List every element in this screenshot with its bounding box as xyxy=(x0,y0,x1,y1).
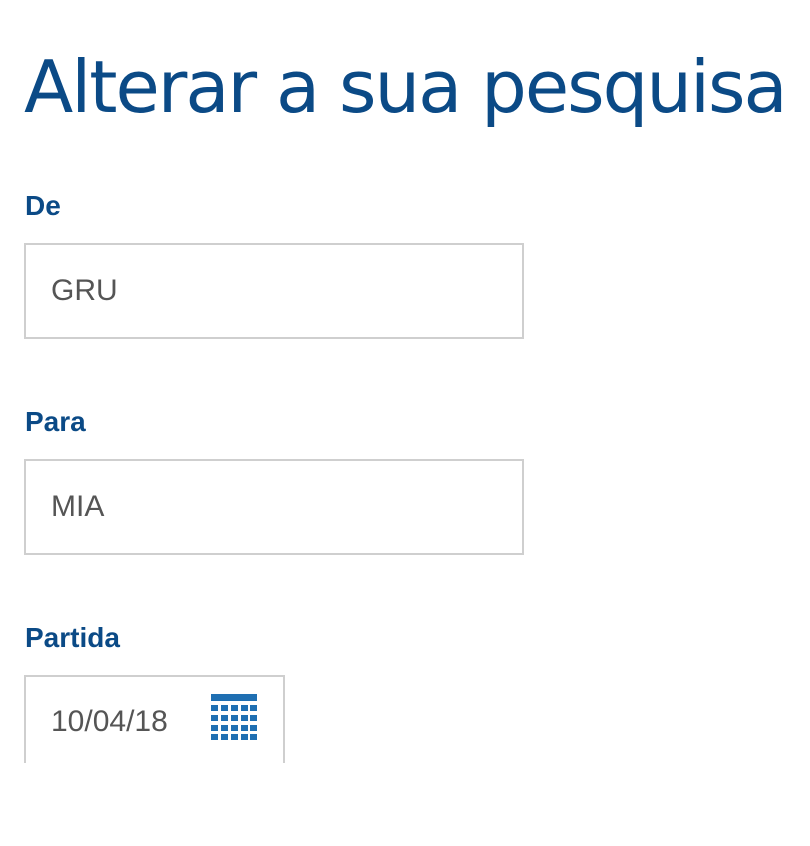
departure-date-field[interactable] xyxy=(24,675,285,767)
calendar-button[interactable] xyxy=(211,694,259,742)
departure-label: Partida xyxy=(25,622,120,653)
from-label: De xyxy=(25,190,61,221)
to-label: Para xyxy=(25,406,86,437)
page-title: Alterar a sua pesquisa xyxy=(24,45,788,129)
from-input[interactable] xyxy=(24,243,524,339)
to-input[interactable] xyxy=(24,459,524,555)
calendar-icon xyxy=(211,694,257,740)
departure-date-input[interactable] xyxy=(26,677,206,767)
